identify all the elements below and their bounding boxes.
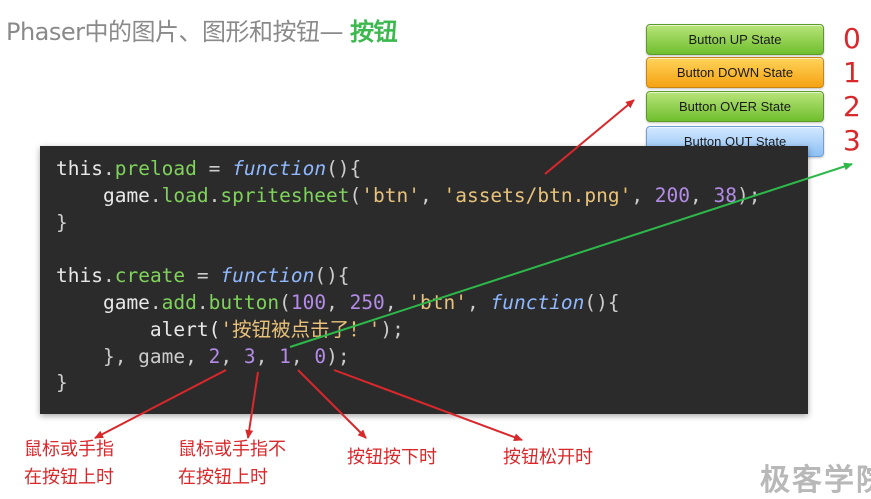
annotation-over: 鼠标或手指 在按钮上时 bbox=[24, 439, 114, 488]
arrow-frame-to-out-state bbox=[289, 162, 853, 348]
annotation-arrows bbox=[94, 99, 853, 441]
annotation-up: 按钮松开时 bbox=[503, 447, 593, 468]
arrow-out-frame bbox=[245, 371, 259, 439]
annotation-out: 鼠标或手指不 在按钮上时 bbox=[178, 439, 286, 488]
arrow-up-frame bbox=[333, 369, 523, 441]
arrow-down-frame bbox=[297, 369, 367, 439]
watermark-logo: 极客学院 bbox=[760, 463, 871, 498]
arrow-spritesheet-to-states bbox=[544, 99, 635, 175]
arrow-over-frame bbox=[94, 369, 227, 439]
annotation-down: 按钮按下时 bbox=[347, 447, 437, 468]
